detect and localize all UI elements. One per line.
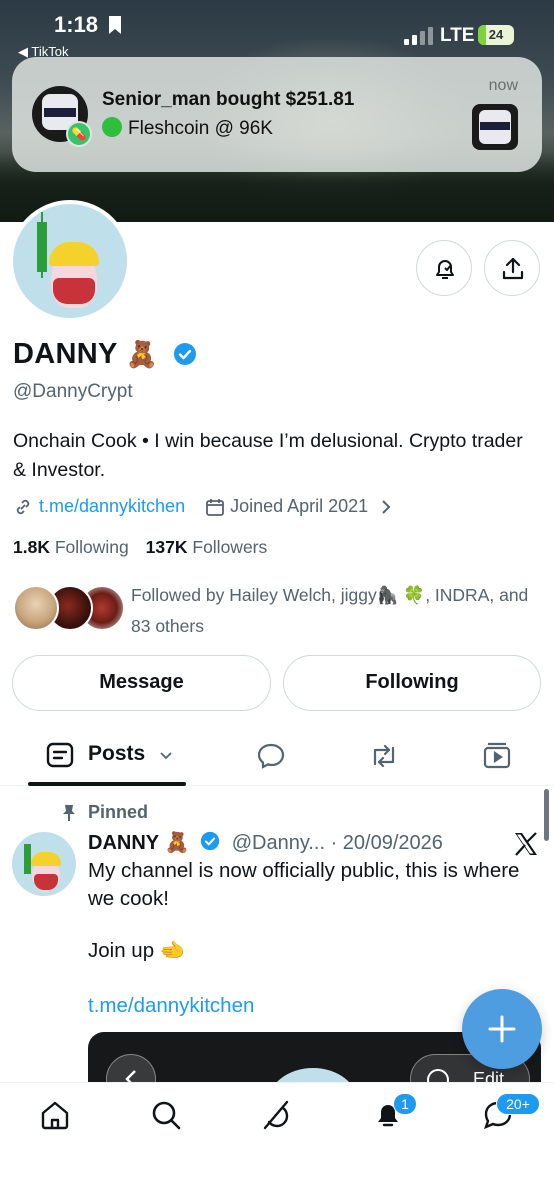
post-author-avatar[interactable] [12,832,76,896]
profile-handle: @DannyCrypt [13,381,133,402]
notification-body: Fleshcoin @ 96K [102,117,273,140]
followers-count: 137K [145,537,188,557]
bottom-navigation: 1 20+ [0,1082,554,1199]
chevron-down-icon [160,752,172,760]
following-button[interactable]: Following [283,655,541,711]
active-tab-indicator [28,782,186,786]
tab-videos[interactable] [481,740,513,772]
pill-icon: 💊 [66,121,92,147]
share-button[interactable] [484,240,540,296]
profile-meta: t.me/dannykitchen Joined April 2021 [13,496,396,517]
followers-count-link[interactable]: 137K Followers [146,537,268,557]
post-link[interactable]: t.me/dannykitchen [88,994,254,1018]
notification-time: now [488,77,518,94]
share-icon [502,257,524,280]
message-button[interactable]: Message [12,655,271,711]
post-header: DANNY 🧸 @Danny... · 20/09/2026 [88,830,443,855]
profile-website-link[interactable]: t.me/dannykitchen [39,496,185,517]
profile-name: DANNY 🧸 [13,338,197,371]
post-author-name[interactable]: DANNY [88,832,159,854]
x-logo-icon [515,832,537,856]
notification-title: Senior_man bought $251.81 [102,89,355,110]
status-bar: 1:18 ◀ TikTok LTE 24 [0,0,554,60]
green-circle-icon [102,117,122,137]
profile-name-text: DANNY [13,338,118,370]
following-label: Following [54,537,129,557]
notification-thumbnail [472,104,518,150]
chevron-right-icon [382,499,391,514]
followed-by-section[interactable]: Followed by Hailey Welch, jiggy🦍 🍀, INDR… [13,580,543,640]
profile-avatar[interactable] [9,200,131,322]
scrollbar[interactable] [544,789,549,841]
followed-by-text: Followed by Hailey Welch, jiggy🦍 🍀, INDR… [131,585,529,636]
verified-badge-icon[interactable] [173,342,197,366]
pinned-label: Pinned [60,802,148,823]
joined-text: Joined April 2021 [230,496,369,516]
post-meta: @Danny... · 20/09/2026 [231,832,443,854]
verified-badge-icon [200,831,220,851]
link-icon [16,499,30,514]
posts-icon [46,742,74,768]
tab-posts-label: Posts [88,742,146,765]
follower-avatar [13,585,59,631]
profile-bio: Onchain Cook • I win because I’m delusio… [13,430,523,481]
battery-level: 24 [488,27,504,42]
notification-body-text: Fleshcoin @ 96K [128,118,273,139]
followers-label: Followers [192,537,268,557]
notifications-toggle-button[interactable] [416,240,472,296]
joined-date[interactable]: Joined April 2021 [205,496,396,517]
following-count-link[interactable]: 1.8K Following [13,537,129,557]
bookmark-icon [109,16,121,34]
network-type: LTE [440,25,475,46]
follow-counts: 1.8K Following 137K Followers [13,537,267,558]
signal-icon [404,27,433,45]
search-icon[interactable] [150,1099,182,1131]
post-text-line: Join up 🫲 [88,939,186,962]
compose-button[interactable] [462,989,542,1069]
following-count: 1.8K [13,537,50,557]
profile-tabs: Posts [0,726,554,786]
calendar-icon [206,498,224,516]
tab-reposts[interactable] [368,740,400,772]
tab-replies[interactable] [255,740,287,772]
post-text: My channel is now officially public, thi… [88,859,520,910]
battery-indicator: 24 [478,25,514,45]
tab-posts[interactable]: Posts [28,726,188,786]
teddy-bear-emoji: 🧸 [125,339,159,369]
pinned-label-text: Pinned [88,802,149,822]
home-icon[interactable] [39,1099,71,1131]
plus-icon [488,1015,516,1043]
bell-check-icon [436,260,454,279]
grok-icon[interactable] [260,1099,292,1131]
push-notification[interactable]: 💊 Senior_man bought $251.81 Fleshcoin @ … [12,57,542,172]
teddy-bear-emoji: 🧸 [164,832,190,854]
pin-icon [63,804,75,821]
notifications-badge: 1 [393,1093,417,1115]
status-time: 1:18 [54,12,99,37]
messages-badge: 20+ [496,1093,540,1115]
